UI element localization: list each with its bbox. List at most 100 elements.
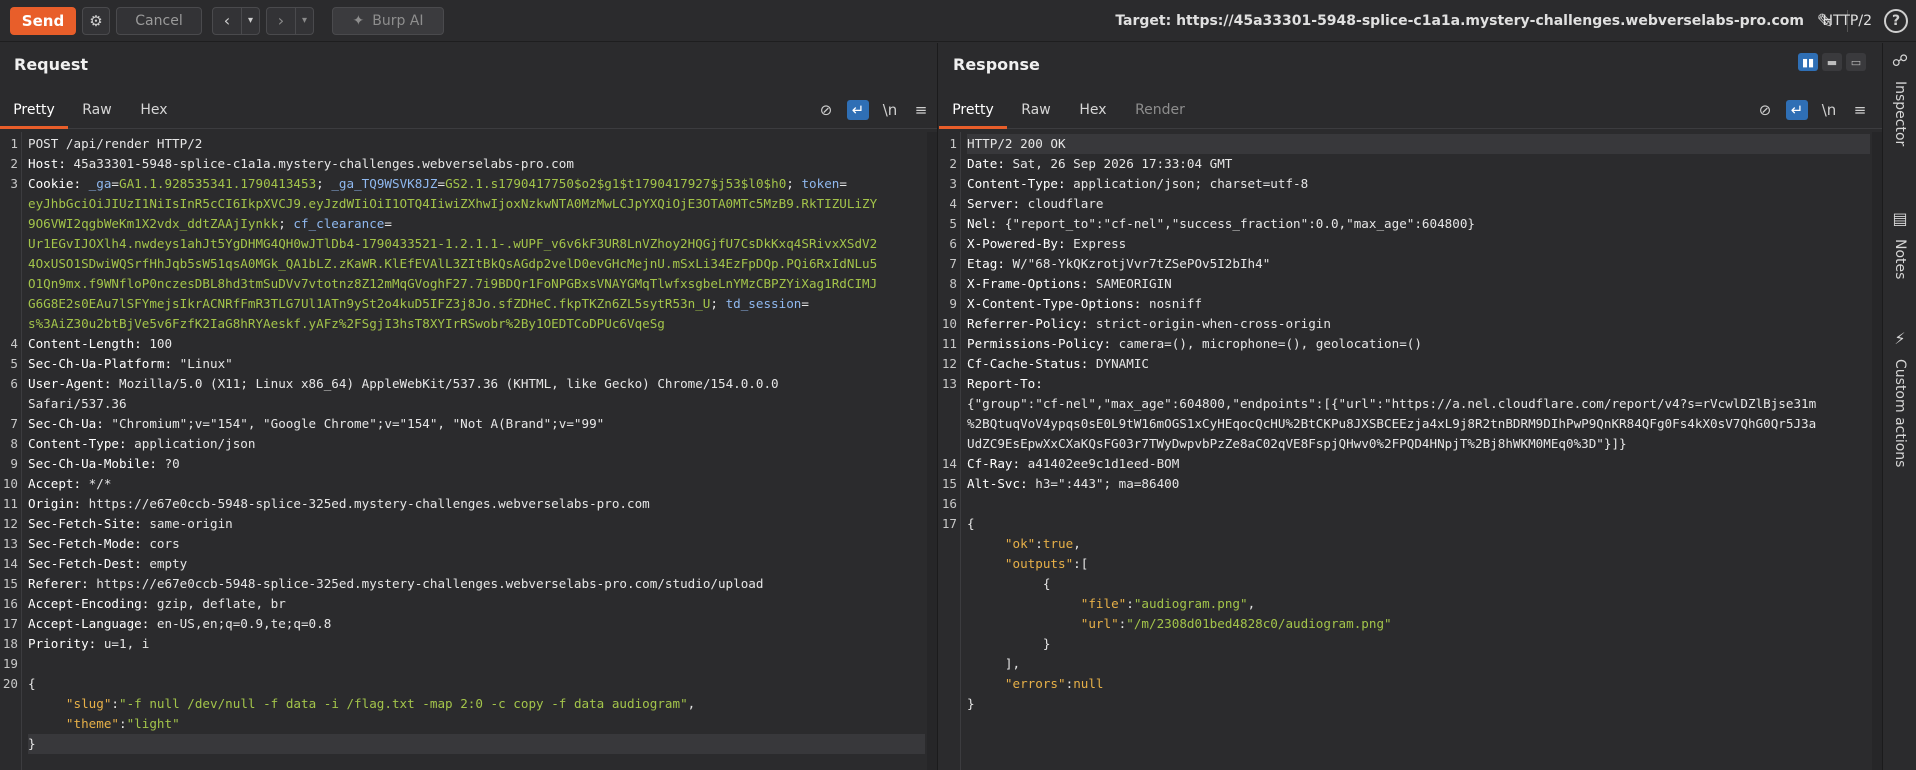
code-token: application/json; charset=utf-8 bbox=[1073, 176, 1309, 191]
code-token: Sat, 26 Sep 2026 17:33:04 GMT bbox=[1012, 156, 1233, 171]
code-line: User-Agent: Mozilla/5.0 (X11; Linux x86_… bbox=[28, 374, 925, 394]
send-button[interactable]: Send bbox=[10, 6, 76, 35]
code-line: {"group":"cf-nel","max_age":604800,"endp… bbox=[967, 394, 1870, 414]
chevron-left-icon[interactable]: ‹ bbox=[213, 8, 241, 34]
code-token: POST /api/render HTTP/2 bbox=[28, 136, 203, 151]
wrap-lines-icon[interactable]: ↵ bbox=[847, 100, 869, 120]
forward-nav-group: › ▾ bbox=[266, 6, 314, 35]
code-token: Sec-Ch-Ua: bbox=[28, 416, 112, 431]
code-line: 4OxUSO1SDwiWQSrfHhJqb5sW51qsA0MGk_QA1bLZ… bbox=[28, 254, 925, 274]
http-version-toggle[interactable]: HTTP/2 bbox=[1823, 0, 1872, 42]
line-number: 4 bbox=[10, 336, 18, 351]
line-number: 2 bbox=[10, 156, 18, 171]
side-item-inspector[interactable]: ☍ Inspector bbox=[1883, 51, 1916, 146]
line-number: 14 bbox=[941, 456, 957, 471]
side-item-custom-actions[interactable]: ⚡ Custom actions bbox=[1883, 329, 1916, 467]
code-token: SAMEORIGIN bbox=[1095, 276, 1172, 291]
gear-icon[interactable]: ⚙ bbox=[82, 6, 110, 35]
response-tab-raw[interactable]: Raw bbox=[1007, 91, 1065, 129]
request-tab-pretty[interactable]: Pretty bbox=[0, 91, 68, 129]
response-scrollbar[interactable] bbox=[1872, 132, 1882, 770]
response-tab-pretty[interactable]: Pretty bbox=[939, 91, 1007, 129]
code-token: strict-origin-when-cross-origin bbox=[1095, 316, 1331, 331]
code-token: X-Powered-By: bbox=[967, 236, 1074, 251]
side-panel: ☍ Inspector ▤ Notes ⚡ Custom actions bbox=[1882, 43, 1916, 770]
code-line: Sec-Fetch-Mode: cors bbox=[28, 534, 925, 554]
layout-rows-icon[interactable]: ▬ bbox=[1822, 53, 1842, 71]
hamburger-menu-icon[interactable]: ≡ bbox=[910, 100, 932, 120]
code-token: _ga bbox=[88, 176, 112, 191]
request-scrollbar[interactable] bbox=[927, 132, 937, 770]
code-line: Date: Sat, 26 Sep 2026 17:33:04 GMT bbox=[967, 154, 1870, 174]
code-line: ], bbox=[967, 654, 1870, 674]
eye-slash-icon[interactable]: ⊘ bbox=[815, 100, 837, 120]
wrap-lines-icon[interactable]: ↵ bbox=[1786, 100, 1808, 120]
code-line: %2BQtuqVoV4ypqs0sE0L9tW16mOGS1xCyHEqocQc… bbox=[967, 414, 1870, 434]
newline-toggle[interactable]: \n bbox=[1818, 100, 1840, 120]
line-number: 4 bbox=[949, 196, 957, 211]
layout-columns-icon[interactable]: ▮▮ bbox=[1798, 53, 1818, 71]
code-token: , bbox=[687, 696, 696, 711]
code-line: Sec-Ch-Ua-Mobile: ?0 bbox=[28, 454, 925, 474]
code-line: Sec-Ch-Ua: "Chromium";v="154", "Google C… bbox=[28, 414, 925, 434]
back-history-dropdown-icon[interactable]: ▾ bbox=[241, 7, 259, 34]
line-number: 8 bbox=[949, 276, 957, 291]
code-token: Accept-Encoding: bbox=[28, 596, 157, 611]
burp-ai-button[interactable]: ✦ Burp AI bbox=[332, 6, 444, 35]
code-line: Server: cloudflare bbox=[967, 194, 1870, 214]
code-token: ; bbox=[316, 176, 332, 191]
request-tab-raw[interactable]: Raw bbox=[68, 91, 126, 129]
code-token: Safari/537.36 bbox=[28, 396, 127, 411]
request-editor[interactable]: 1 POST /api/render HTTP/2 2 Host: 45a33301-… bbox=[0, 132, 937, 770]
code-token: : bbox=[111, 696, 120, 711]
help-icon[interactable]: ? bbox=[1884, 9, 1908, 33]
response-editor[interactable]: 1 HTTP/2 200 OK 2 Date: Sat, 26 Sep 2026 17… bbox=[939, 132, 1882, 770]
line-number: 15 bbox=[941, 476, 957, 491]
code-line: Cf-Ray: a41402ee9c1d1eed-BOM bbox=[967, 454, 1870, 474]
hamburger-menu-icon[interactable]: ≡ bbox=[1849, 100, 1871, 120]
layout-single-icon[interactable]: ▭ bbox=[1846, 53, 1866, 71]
line-number: 1 bbox=[10, 136, 18, 151]
chevron-right-icon[interactable]: › bbox=[267, 8, 295, 34]
code-token: Priority: bbox=[28, 636, 104, 651]
code-token: Host: bbox=[28, 156, 74, 171]
code-token: {"group":"cf-nel","max_age":604800,"endp… bbox=[967, 396, 1817, 411]
code-token: gzip, deflate, br bbox=[156, 596, 286, 611]
code-line: Nel: {"report_to":"cf-nel","success_frac… bbox=[967, 214, 1870, 234]
line-number: 9 bbox=[10, 456, 18, 471]
code-line: HTTP/2 200 OK bbox=[967, 134, 1870, 154]
target-url[interactable]: Target: https://45a33301-5948-splice-c1a… bbox=[1115, 0, 1804, 42]
code-line: 9O6VWI2qgbWeKm1X2vdx_ddtZAAjIynkk; cf_cl… bbox=[28, 214, 925, 234]
code-token: UdZC9EsEpwXxCXaKQsFG03r7TWyDwpvbPzZe8aC0… bbox=[967, 436, 1627, 451]
code-token: Date: bbox=[967, 156, 1013, 171]
code-line: "ok":true, bbox=[967, 534, 1870, 554]
code-token: Cookie: bbox=[28, 176, 89, 191]
newline-toggle[interactable]: \n bbox=[879, 100, 901, 120]
forward-history-dropdown-icon[interactable]: ▾ bbox=[295, 7, 313, 34]
code-token: Sec-Fetch-Dest: bbox=[28, 556, 150, 571]
cancel-button[interactable]: Cancel bbox=[116, 6, 202, 35]
side-item-notes[interactable]: ▤ Notes bbox=[1883, 209, 1916, 279]
response-tab-render[interactable]: Render bbox=[1123, 91, 1197, 129]
code-line: Accept: */* bbox=[28, 474, 925, 494]
code-token: "-f null /dev/null -f data -i /flag.txt … bbox=[119, 696, 688, 711]
code-token: = bbox=[111, 176, 120, 191]
code-line: Content-Type: application/json bbox=[28, 434, 925, 454]
code-token: cloudflare bbox=[1027, 196, 1104, 211]
code-token: Content-Type: bbox=[967, 176, 1074, 191]
code-token: = bbox=[839, 176, 847, 191]
code-token: } bbox=[967, 696, 975, 711]
line-number: 12 bbox=[2, 516, 18, 531]
request-tab-hex[interactable]: Hex bbox=[126, 91, 182, 129]
eye-slash-icon[interactable]: ⊘ bbox=[1754, 100, 1776, 120]
line-number: 8 bbox=[10, 436, 18, 451]
line-number: 6 bbox=[949, 236, 957, 251]
code-line: Cookie: _ga=GA1.1.928535341.1790413453; … bbox=[28, 174, 925, 194]
code-line: X-Content-Type-Options: nosniff bbox=[967, 294, 1870, 314]
code-token: Origin: bbox=[28, 496, 89, 511]
response-tab-hex[interactable]: Hex bbox=[1065, 91, 1121, 129]
